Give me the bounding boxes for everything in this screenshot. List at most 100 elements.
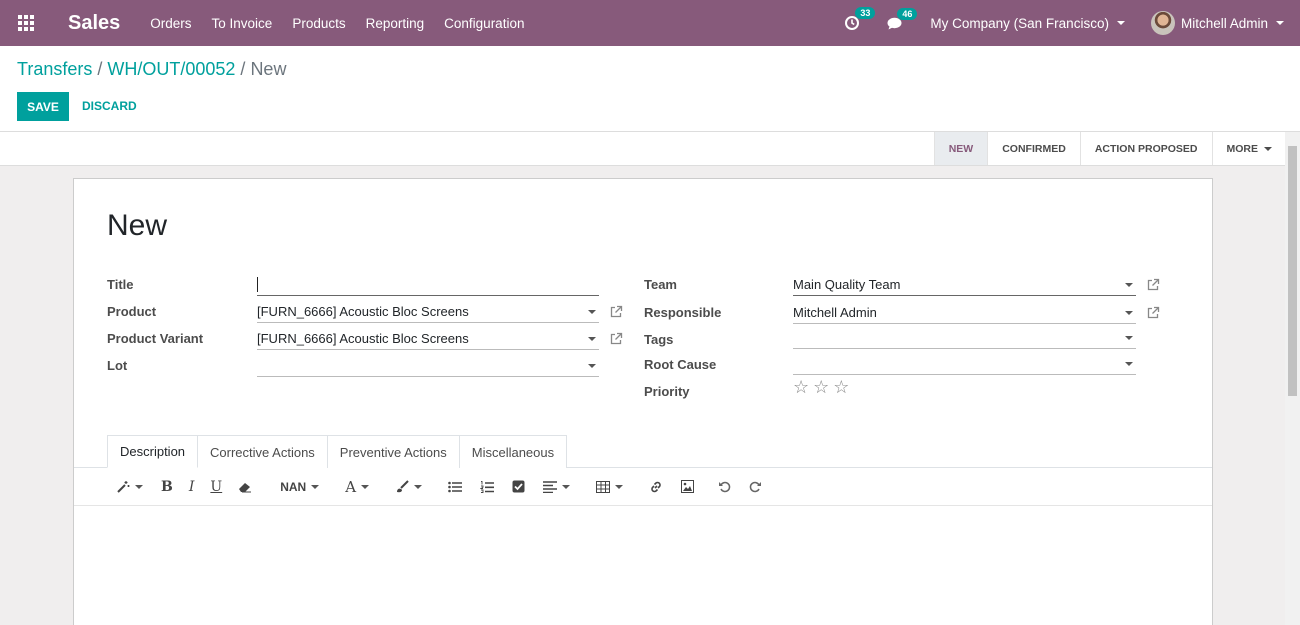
scrollbar-thumb[interactable] — [1288, 146, 1297, 396]
chevron-down-icon — [1116, 21, 1125, 25]
product-value: [FURN_6666] Acoustic Bloc Screens — [257, 304, 469, 319]
chevron-down-icon — [135, 484, 143, 489]
underline-icon[interactable]: U — [210, 477, 222, 497]
paragraph-align-dropdown[interactable] — [543, 477, 571, 497]
activity-systray[interactable]: 33 — [845, 7, 876, 30]
lot-select[interactable] — [257, 355, 599, 377]
dropdown-arrow-icon — [1125, 361, 1133, 366]
breadcrumb: Transfers / WH/OUT/00052/New — [17, 59, 287, 79]
dropdown-arrow-icon — [1125, 335, 1133, 340]
chevron-down-icon — [1264, 146, 1272, 151]
team-label: Team — [644, 277, 677, 292]
responsible-select[interactable]: Mitchell Admin — [793, 302, 1136, 324]
undo-icon[interactable] — [718, 477, 731, 497]
team-value: Main Quality Team — [793, 277, 901, 292]
activity-count-badge: 33 — [855, 7, 876, 19]
chevron-down-icon — [562, 484, 571, 489]
external-link-icon[interactable] — [1146, 306, 1160, 320]
responsible-label: Responsible — [644, 305, 722, 320]
stage-new[interactable]: NEW — [933, 132, 988, 165]
bullet-list-icon[interactable] — [448, 477, 463, 497]
external-link-icon[interactable] — [609, 305, 623, 319]
tab-description[interactable]: Description — [107, 435, 199, 468]
description-editor[interactable] — [74, 507, 1212, 625]
font-size-dropdown[interactable]: NAN — [280, 477, 320, 497]
product-variant-label: Product Variant — [107, 331, 204, 346]
breadcrumb-current: New — [250, 59, 287, 79]
user-name: Mitchell Admin — [1180, 15, 1268, 31]
dropdown-arrow-icon — [588, 336, 596, 341]
title-label: Title — [107, 277, 134, 292]
menu-reporting[interactable]: Reporting — [366, 16, 425, 31]
star-icon[interactable]: ☆ — [813, 378, 829, 396]
dropdown-arrow-icon — [588, 363, 596, 368]
star-icon[interactable]: ☆ — [833, 378, 849, 396]
dropdown-arrow-icon — [588, 309, 596, 314]
tab-preventive-actions[interactable]: Preventive Actions — [326, 435, 460, 468]
external-link-icon[interactable] — [609, 332, 623, 346]
menu-products[interactable]: Products — [292, 16, 345, 31]
product-select[interactable]: [FURN_6666] Acoustic Bloc Screens — [257, 301, 599, 323]
editor-toolbar: B I U NAN A — [74, 468, 1212, 506]
lot-label: Lot — [107, 358, 128, 373]
checklist-icon[interactable] — [512, 477, 525, 497]
background-color-dropdown[interactable] — [395, 477, 423, 497]
scrollbar[interactable] — [1285, 132, 1300, 625]
dropdown-arrow-icon — [1125, 282, 1133, 287]
tab-miscellaneous[interactable]: Miscellaneous — [458, 435, 568, 468]
stage-more-dropdown[interactable]: MORE — [1211, 132, 1287, 165]
product-label: Product — [107, 304, 157, 319]
font-color-dropdown[interactable]: A — [345, 477, 370, 497]
star-icon[interactable]: ☆ — [793, 378, 809, 396]
priority-label: Priority — [644, 384, 690, 399]
apps-menu-icon[interactable] — [0, 0, 52, 46]
chevron-down-icon — [311, 484, 320, 489]
chevron-down-icon — [1276, 21, 1284, 25]
app-brand[interactable]: Sales — [68, 12, 120, 35]
breadcrumb-record[interactable]: WH/OUT/00052 — [107, 59, 235, 79]
company-switcher[interactable]: My Company (San Francisco) — [930, 16, 1125, 31]
bold-icon[interactable]: B — [161, 477, 173, 497]
numbered-list-icon[interactable] — [480, 477, 495, 497]
root-cause-label: Root Cause — [644, 357, 717, 372]
redo-icon[interactable] — [749, 477, 762, 497]
tags-select[interactable] — [793, 327, 1136, 349]
chevron-down-icon — [414, 484, 423, 489]
team-select[interactable]: Main Quality Team — [793, 274, 1136, 296]
image-icon[interactable] — [681, 477, 695, 497]
product-variant-select[interactable]: [FURN_6666] Acoustic Bloc Screens — [257, 328, 599, 350]
save-button[interactable]: Save — [17, 92, 69, 121]
priority-widget: ☆ ☆ ☆ — [793, 378, 853, 396]
link-icon[interactable] — [649, 477, 663, 497]
menu-orders[interactable]: Orders — [150, 16, 191, 31]
text-cursor — [257, 277, 258, 292]
font-size-value: NAN — [280, 479, 307, 494]
table-icon — [596, 480, 611, 493]
more-label: MORE — [1226, 142, 1259, 155]
stage-action-proposed[interactable]: ACTION PROPOSED — [1079, 132, 1212, 165]
message-count-badge: 46 — [897, 7, 918, 20]
italic-icon[interactable]: I — [189, 477, 195, 497]
control-panel: Transfers / WH/OUT/00052/New Save DISCARD — [0, 46, 1300, 132]
tab-corrective-actions[interactable]: Corrective Actions — [197, 435, 328, 468]
discard-button[interactable]: DISCARD — [82, 99, 137, 113]
breadcrumb-transfers[interactable]: Transfers — [17, 59, 92, 79]
dropdown-arrow-icon — [1125, 310, 1133, 315]
stage-confirmed[interactable]: CONFIRMED — [987, 132, 1080, 165]
menu-to-invoice[interactable]: To Invoice — [212, 16, 273, 31]
external-link-icon[interactable] — [1146, 278, 1160, 292]
responsible-value: Mitchell Admin — [793, 305, 877, 320]
align-icon — [543, 480, 558, 493]
style-dropdown[interactable] — [116, 477, 143, 497]
table-dropdown[interactable] — [596, 477, 624, 497]
root-cause-select[interactable] — [793, 353, 1136, 375]
messaging-systray[interactable]: 46 — [887, 7, 918, 30]
title-input[interactable] — [257, 274, 599, 296]
form-sheet: New Title Product [FURN_6666] Acoustic B… — [73, 178, 1213, 625]
avatar — [1150, 11, 1175, 35]
eraser-icon[interactable] — [238, 477, 252, 497]
product-variant-value: [FURN_6666] Acoustic Bloc Screens — [257, 331, 469, 346]
menu-configuration[interactable]: Configuration — [444, 16, 524, 31]
user-menu[interactable]: Mitchell Admin — [1150, 11, 1284, 35]
magic-wand-icon — [117, 480, 130, 493]
